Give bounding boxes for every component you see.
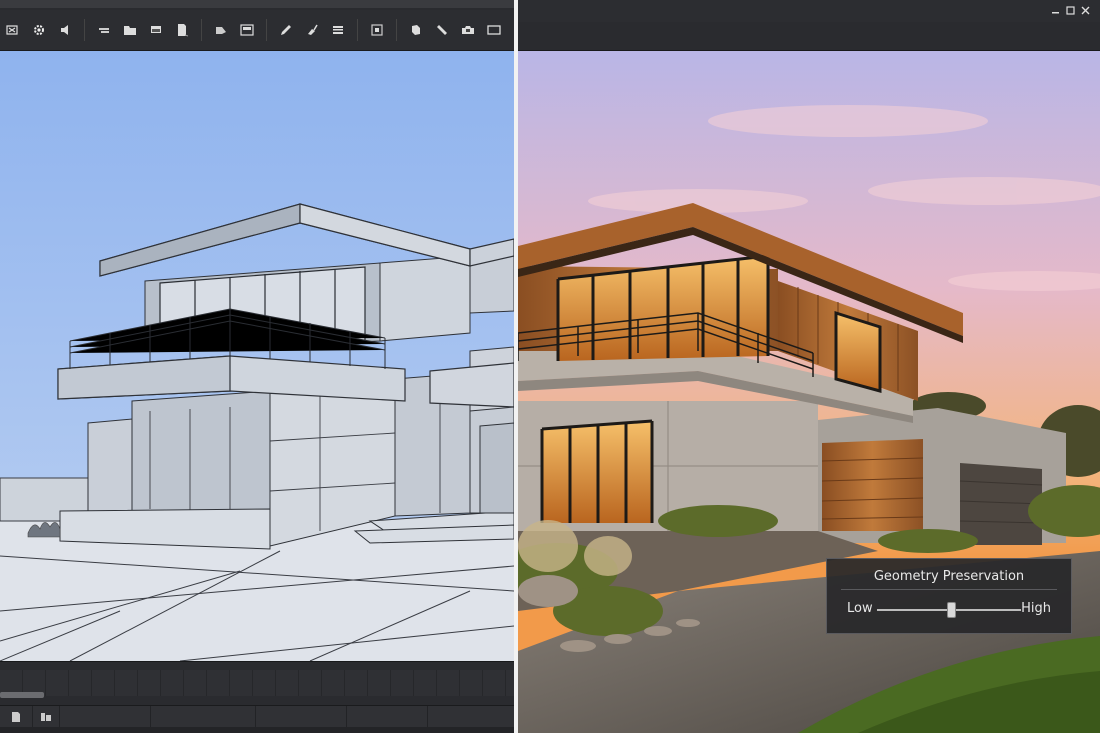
panel-divider — [841, 589, 1057, 590]
screen-icon[interactable] — [481, 17, 507, 43]
ruler-icon[interactable] — [429, 17, 455, 43]
toolbar-separator — [84, 19, 85, 41]
cad-wireframe-model — [0, 51, 514, 661]
cad-modeler-pane — [0, 0, 514, 733]
timeline-panel — [0, 661, 514, 706]
image-icon[interactable] — [234, 17, 260, 43]
cad-viewport[interactable] — [0, 51, 514, 661]
toolbar-separator — [357, 19, 358, 41]
list-icon[interactable] — [325, 17, 351, 43]
toolbar-separator — [201, 19, 202, 41]
layer-icon[interactable] — [91, 17, 117, 43]
status-cell — [347, 706, 428, 728]
gear-icon[interactable] — [26, 17, 52, 43]
bottom-strip — [0, 727, 514, 733]
folder-icon[interactable] — [117, 17, 143, 43]
toolbar-separator — [266, 19, 267, 41]
pencil-icon[interactable] — [273, 17, 299, 43]
timeline-ruler[interactable] — [0, 670, 514, 696]
timeline-scrollbar[interactable] — [0, 692, 44, 698]
minimize-icon[interactable] — [1051, 6, 1060, 15]
cad-title-bar — [0, 0, 514, 8]
toolbar-separator — [396, 19, 397, 41]
slider-low-label: Low — [847, 601, 873, 616]
maximize-icon[interactable] — [1066, 6, 1075, 15]
window-controls — [1051, 6, 1090, 15]
tag-icon[interactable] — [208, 17, 234, 43]
camera-icon[interactable] — [455, 17, 481, 43]
window-icon[interactable] — [143, 17, 169, 43]
page-icon[interactable] — [169, 17, 195, 43]
document-icon[interactable] — [0, 706, 33, 728]
geometry-preservation-panel: Geometry Preservation Low High — [826, 558, 1072, 634]
status-bar — [0, 705, 514, 728]
cad-toolbar — [0, 10, 514, 51]
cube-icon[interactable] — [403, 17, 429, 43]
shrink-icon[interactable] — [0, 17, 26, 43]
speaker-icon[interactable] — [52, 17, 78, 43]
status-cell — [256, 706, 347, 728]
slider-high-label: High — [1021, 601, 1051, 616]
render-title-bar — [518, 0, 1100, 22]
status-cell — [60, 706, 151, 728]
panel-title: Geometry Preservation — [873, 569, 1025, 584]
brush-icon[interactable] — [299, 17, 325, 43]
geometry-slider-thumb[interactable] — [947, 602, 957, 618]
frame-icon[interactable] — [364, 17, 390, 43]
split-view-icon[interactable] — [33, 706, 60, 728]
render-toolbar — [518, 22, 1100, 51]
close-icon[interactable] — [1081, 6, 1090, 15]
status-cell — [151, 706, 256, 728]
